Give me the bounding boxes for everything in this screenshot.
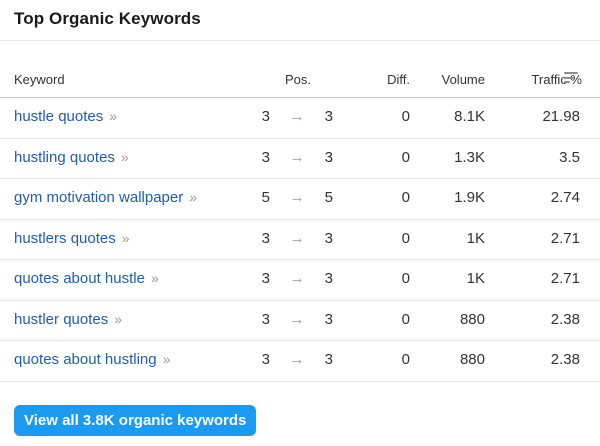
sort-descending-icon[interactable] [564, 72, 578, 83]
volume-value: 1.3K [454, 148, 485, 166]
keyword-link[interactable]: gym motivation wallpaper [14, 189, 183, 206]
table-row: quotes about hustle » 3 → 3 0 1K 2.71 [0, 260, 600, 301]
table-row: hustlers quotes » 3 → 3 0 1K 2.71 [0, 220, 600, 260]
keyword-link[interactable]: hustler quotes [14, 311, 108, 328]
double-chevron-right-icon[interactable]: » [122, 230, 130, 246]
difficulty-value: 0 [401, 270, 410, 287]
panel-title: Top Organic Keywords [14, 9, 201, 28]
difficulty-value: 0 [401, 108, 410, 125]
difficulty-value: 0 [401, 310, 410, 328]
difficulty-value: 0 [401, 189, 410, 206]
arrow-right-icon: → [289, 270, 305, 287]
keyword-link[interactable]: quotes about hustle [14, 270, 145, 287]
position-current: 3 [324, 310, 333, 328]
position-current: 3 [324, 229, 333, 247]
keyword-link[interactable]: hustlers quotes [14, 230, 116, 247]
traffic-value: 2.38 [550, 310, 580, 328]
position-previous: 3 [261, 148, 270, 166]
view-all-keywords-button[interactable]: View all 3.8K organic keywords [14, 405, 257, 436]
arrow-right-icon: → [289, 229, 305, 247]
keyword-link[interactable]: hustling quotes [14, 149, 115, 166]
difficulty-value: 0 [401, 229, 410, 247]
position-previous: 5 [261, 189, 270, 206]
traffic-value: 3.5 [559, 148, 580, 166]
position-current: 3 [324, 270, 333, 287]
difficulty-value: 0 [401, 351, 410, 368]
table-row: quotes about hustling » 3 → 3 0 880 2.38 [0, 341, 600, 382]
position-previous: 3 [261, 229, 270, 247]
volume-value: 8.1K [454, 108, 485, 125]
arrow-right-icon: → [289, 148, 305, 166]
table-body: hustle quotes » 3 → 3 0 8.1K 21.98 hustling quot… [0, 98, 600, 382]
position-current: 5 [324, 189, 333, 206]
volume-value: 1K [466, 229, 485, 247]
traffic-value: 2.74 [550, 189, 580, 206]
title-divider [0, 40, 600, 41]
traffic-value: 2.71 [550, 229, 580, 247]
arrow-right-icon: → [289, 310, 305, 328]
position-previous: 3 [261, 310, 270, 328]
traffic-value: 21.98 [542, 108, 580, 125]
arrow-right-icon: → [289, 351, 305, 368]
header-difficulty[interactable]: Diff. [370, 72, 410, 87]
keyword-cell: hustle quotes » [14, 108, 117, 125]
traffic-value: 2.71 [550, 270, 580, 287]
keyword-cell: hustlers quotes » [14, 230, 130, 247]
header-volume[interactable]: Volume [420, 72, 485, 87]
double-chevron-right-icon[interactable]: » [189, 189, 197, 205]
double-chevron-right-icon[interactable]: » [109, 108, 117, 124]
keyword-cell: hustling quotes » [14, 149, 129, 166]
position-previous: 3 [261, 270, 270, 287]
position-current: 3 [324, 108, 333, 125]
table-row: gym motivation wallpaper » 5 → 5 0 1.9K 2.74 [0, 179, 600, 220]
table-row: hustling quotes » 3 → 3 0 1.3K 3.5 [0, 139, 600, 179]
arrow-right-icon: → [289, 189, 305, 206]
keywords-table: Keyword Pos. Diff. Volume Traffic % hust… [0, 62, 600, 382]
position-current: 3 [324, 351, 333, 368]
table-row: hustler quotes » 3 → 3 0 880 2.38 [0, 301, 600, 341]
header-position[interactable]: Pos. [285, 72, 311, 87]
keyword-link[interactable]: hustle quotes [14, 108, 103, 125]
table-row: hustle quotes » 3 → 3 0 8.1K 21.98 [0, 98, 600, 139]
header-keyword[interactable]: Keyword [14, 72, 65, 87]
keyword-cell: gym motivation wallpaper » [14, 189, 197, 206]
traffic-value: 2.38 [550, 351, 580, 368]
keyword-cell: hustler quotes » [14, 311, 122, 328]
position-previous: 3 [261, 351, 270, 368]
volume-value: 880 [459, 310, 485, 328]
double-chevron-right-icon[interactable]: » [114, 311, 122, 327]
double-chevron-right-icon[interactable]: » [121, 149, 129, 165]
keyword-link[interactable]: quotes about hustling [14, 351, 157, 368]
volume-value: 1K [466, 270, 485, 287]
volume-value: 1.9K [454, 189, 485, 206]
position-current: 3 [324, 148, 333, 166]
keyword-cell: quotes about hustle » [14, 270, 159, 287]
double-chevron-right-icon[interactable]: » [151, 270, 159, 286]
position-previous: 3 [261, 108, 270, 125]
table-header: Keyword Pos. Diff. Volume Traffic % [0, 62, 600, 98]
difficulty-value: 0 [401, 148, 410, 166]
keyword-cell: quotes about hustling » [14, 351, 171, 368]
arrow-right-icon: → [289, 108, 305, 125]
volume-value: 880 [459, 351, 485, 368]
double-chevron-right-icon[interactable]: » [163, 351, 171, 367]
